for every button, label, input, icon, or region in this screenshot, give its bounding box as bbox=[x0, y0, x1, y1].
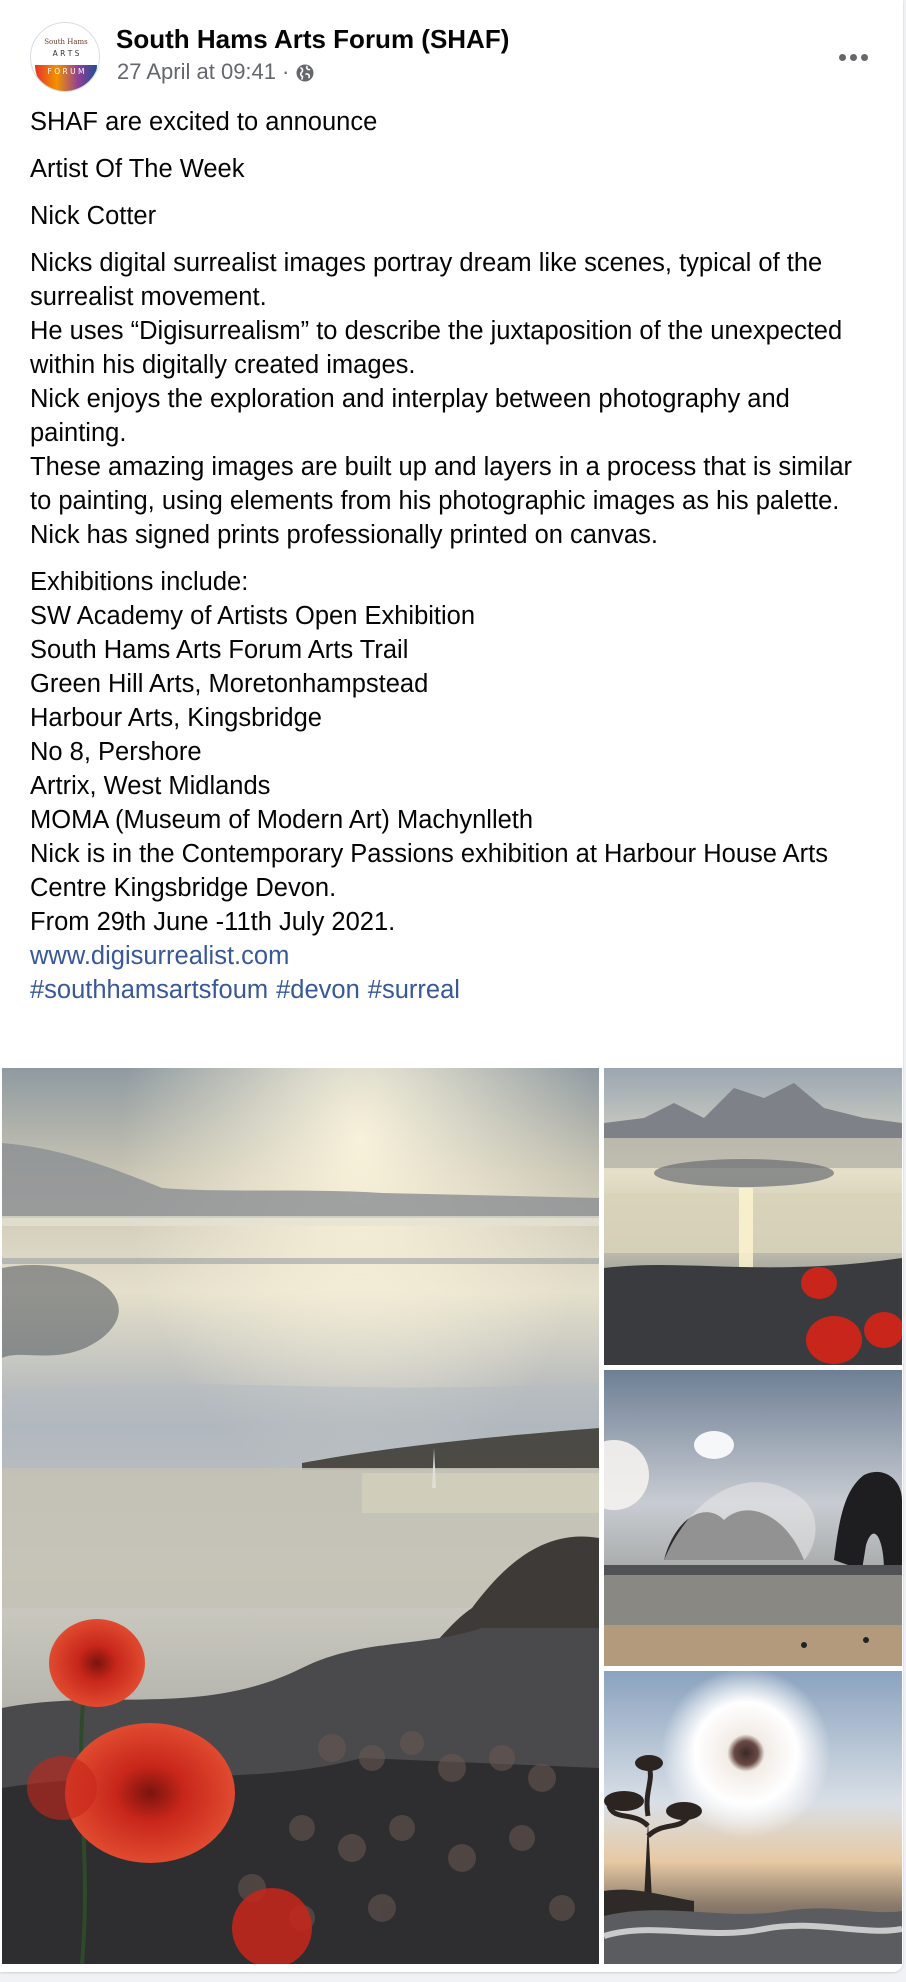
exhibition-item: MOMA (Museum of Modern Art) Machynlleth bbox=[30, 806, 534, 834]
description-line: These amazing images are built up and la… bbox=[30, 453, 853, 515]
photo-grid bbox=[0, 1068, 903, 1964]
description-line: Nicks digital surrealist images portray … bbox=[30, 249, 823, 311]
photo-sea-poppies-crowd[interactable] bbox=[2, 1068, 599, 1964]
exhibition-item: South Hams Arts Forum Arts Trail bbox=[30, 636, 409, 664]
hashtag-link[interactable]: #southhamsartsfoum bbox=[30, 976, 268, 1004]
exhibitions-list: Exhibitions include: SW Academy of Artis… bbox=[30, 565, 880, 1007]
photo-mountain-poppies[interactable] bbox=[604, 1068, 902, 1365]
exhibition-dates: From 29th June -11th July 2021. bbox=[30, 908, 396, 936]
more-dot bbox=[860, 53, 868, 61]
more-options-button[interactable] bbox=[831, 40, 875, 74]
photo-eye-sun-tree[interactable] bbox=[604, 1671, 902, 1964]
post-heading: Artist Of The Week bbox=[30, 155, 245, 183]
more-dot bbox=[838, 53, 846, 61]
exhibition-item: No 8, Pershore bbox=[30, 738, 202, 766]
shaf-logo-icon: South Hams A R T S F O R U M bbox=[32, 24, 99, 91]
exhibition-item: SW Academy of Artists Open Exhibition bbox=[30, 602, 476, 630]
intro-text: SHAF are excited to announce bbox=[30, 108, 378, 136]
post-timestamp[interactable]: 27 April at 09:41 bbox=[117, 59, 276, 85]
exhibition-item: Green Hill Arts, Moretonhampstead bbox=[30, 670, 429, 698]
post-header: South Hams A R T S F O R U M South Hams … bbox=[30, 22, 875, 96]
website-link[interactable]: www.digisurrealist.com bbox=[30, 942, 289, 970]
artist-description: Nicks digital surrealist images portray … bbox=[30, 246, 880, 552]
globe-icon bbox=[295, 63, 315, 83]
photo-wave-arch[interactable] bbox=[604, 1370, 902, 1666]
page-avatar[interactable]: South Hams A R T S F O R U M bbox=[30, 22, 100, 92]
exhibitions-title: Exhibitions include: bbox=[30, 568, 249, 596]
page-name-link[interactable]: South Hams Arts Forum (SHAF) bbox=[116, 24, 509, 55]
post-body: SHAF are excited to announce Artist Of T… bbox=[30, 105, 880, 1007]
exhibition-item: Artrix, West Midlands bbox=[30, 772, 271, 800]
meta-separator: · bbox=[282, 59, 290, 84]
hashtag-link[interactable]: #surreal bbox=[368, 976, 460, 1004]
description-line: Nick enjoys the exploration and interpla… bbox=[30, 385, 790, 447]
description-line: Nick has signed prints professionally pr… bbox=[30, 521, 658, 549]
hashtag-link[interactable]: #devon bbox=[276, 976, 360, 1004]
svg-text:F O R U M: F O R U M bbox=[48, 67, 85, 76]
description-line: He uses “Digisurrealism” to describe the… bbox=[30, 317, 843, 379]
more-dot bbox=[849, 53, 857, 61]
svg-text:South Hams: South Hams bbox=[44, 38, 88, 46]
exhibition-item: Harbour Arts, Kingsbridge bbox=[30, 704, 322, 732]
hashtags: #southhamsartsfoum #devon #surreal bbox=[30, 973, 880, 1007]
post-meta: 27 April at 09:41 · bbox=[117, 59, 315, 85]
current-show: Nick is in the Contemporary Passions exh… bbox=[30, 840, 828, 902]
svg-text:A R T S: A R T S bbox=[53, 49, 80, 58]
post-card: South Hams A R T S F O R U M South Hams … bbox=[0, 0, 903, 1972]
artist-name: Nick Cotter bbox=[30, 202, 157, 230]
